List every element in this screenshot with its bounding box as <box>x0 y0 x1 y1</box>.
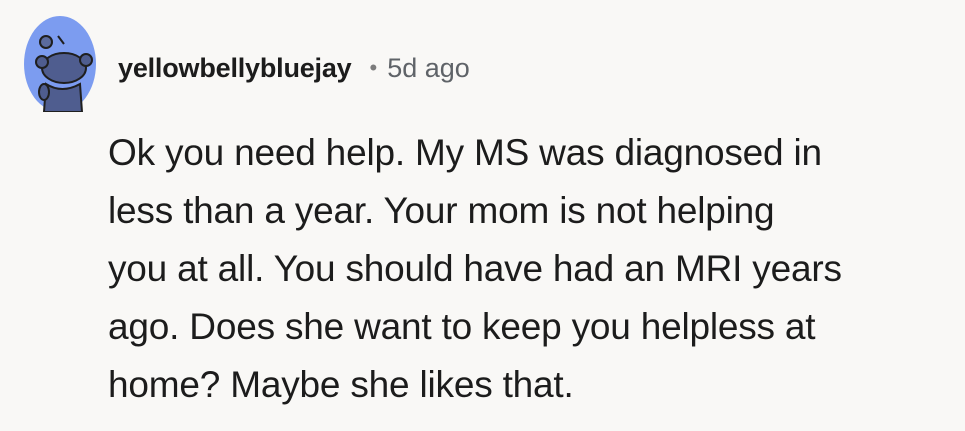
comment: yellowbellybluejay • 5d ago Ok you need … <box>0 0 965 431</box>
comment-body-line: less than a year. Your mom is not helpin… <box>108 190 775 231</box>
comment-meta: yellowbellybluejay • 5d ago <box>118 48 470 88</box>
comment-body: Ok you need help. My MS was diagnosed in… <box>108 124 948 414</box>
comment-body-line: you at all. You should have had an MRI y… <box>108 248 842 289</box>
comment-body-line: home? Maybe she likes that. <box>108 364 574 405</box>
comment-body-line: Ok you need help. My MS was diagnosed in <box>108 132 822 173</box>
avatar[interactable] <box>24 16 96 112</box>
separator-dot: • <box>369 55 378 80</box>
reddit-snoo-avatar-icon <box>24 16 96 112</box>
timestamp[interactable]: 5d ago <box>387 53 470 84</box>
comment-body-line: ago. Does she want to keep you helpless … <box>108 306 816 347</box>
author-link[interactable]: yellowbellybluejay <box>118 53 352 84</box>
